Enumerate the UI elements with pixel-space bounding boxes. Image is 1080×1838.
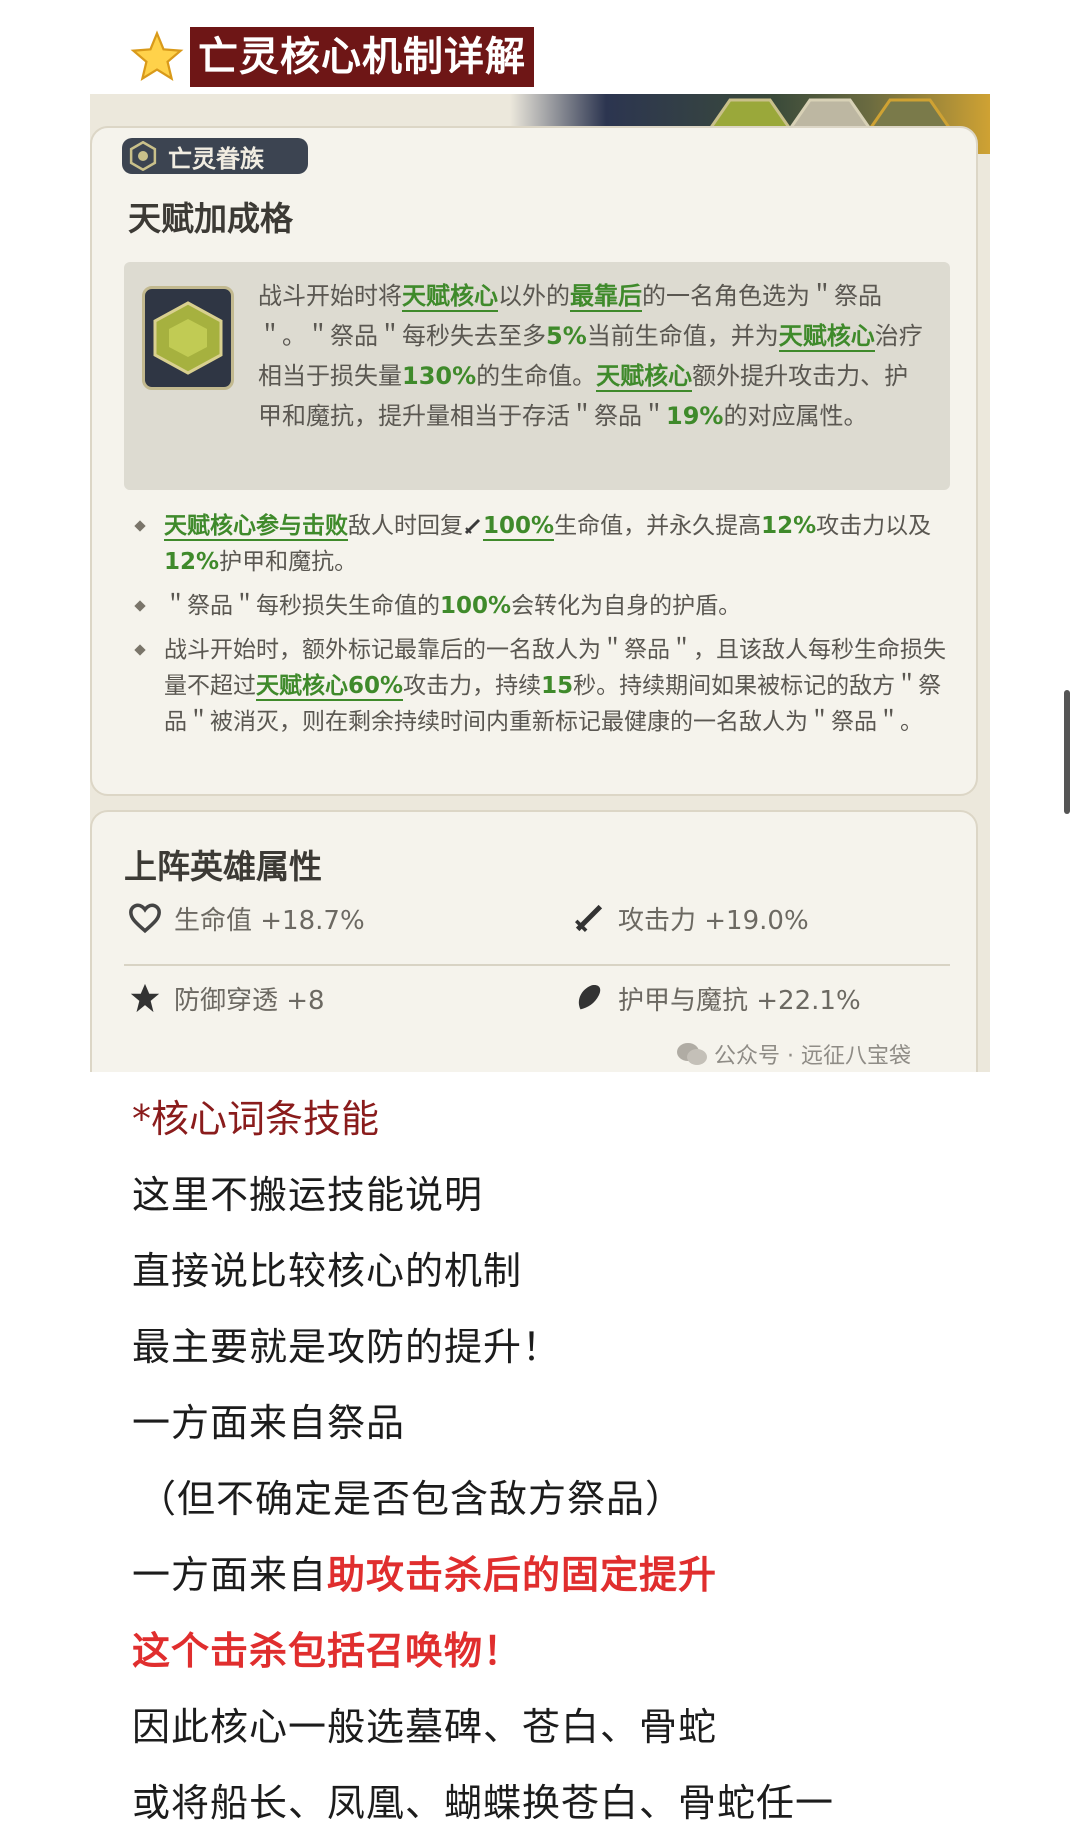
attribute-armor: 护甲与魔抗 +22.1% xyxy=(572,978,861,1018)
hero-attributes-card: 上阵英雄属性 生命值 +18.7% 攻击力 +19.0% 防御穿透 +8 护甲与… xyxy=(90,810,978,1072)
faction-name: 亡灵眷族 xyxy=(168,144,264,173)
article-line: 直接说比较核心的机制 xyxy=(132,1249,523,1293)
section-heading: *核心词条技能 xyxy=(132,1097,380,1141)
talent-bullets: 天赋核心参与击败敌人时回复 100%生命值，并永久提高12%攻击力以及12%护甲和… xyxy=(130,508,950,748)
shield-icon xyxy=(578,985,601,1010)
article-line: 因此核心一般选墓碑、苍白、骨蛇 xyxy=(132,1705,718,1749)
watermark: 公众号 · 远征八宝袋 xyxy=(676,1038,911,1070)
attribute-text: 攻击力 +19.0% xyxy=(618,905,809,936)
list-item: 战斗开始时，额外标记最靠后的一名敌人为＂祭品＂，且该敌人每秒生命损失量不超过天赋… xyxy=(130,632,950,740)
article-line: 一方面来自助攻击杀后的固定提升 xyxy=(132,1553,718,1597)
faction-badge: 亡灵眷族 xyxy=(122,138,308,174)
emphasis-line: 这个击杀包括召唤物！ xyxy=(132,1629,523,1673)
emphasis-text: 助攻击杀后的固定提升 xyxy=(327,1553,718,1597)
attribute-text: 防御穿透 +8 xyxy=(174,985,325,1016)
talent-title: 天赋加成格 xyxy=(128,199,293,238)
article-line: 或将船长、凤凰、蝴蝶换苍白、骨蛇任一 xyxy=(132,1781,835,1825)
game-screenshot: 亡灵眷族 天赋加成格 战斗开始时将天赋核心以外的最靠后的一名角色选为＂祭品＂。＂… xyxy=(90,94,990,1072)
scrollbar[interactable] xyxy=(1064,690,1070,814)
sword-icon xyxy=(464,518,481,535)
gear-icon xyxy=(129,141,157,171)
attribute-text: 生命值 +18.7% xyxy=(174,905,365,936)
article-title: 亡灵核心机制详解 xyxy=(190,27,534,87)
attribute-hp: 生命值 +18.7% xyxy=(128,898,365,938)
watermark-text: 公众号 · 远征八宝袋 xyxy=(714,1044,911,1069)
article-line: （但不确定是否包含敌方祭品） xyxy=(138,1477,685,1521)
list-item: ＂祭品＂每秒损失生命值的100%会转化为自身的护盾。 xyxy=(130,588,950,624)
heart-icon xyxy=(129,903,161,934)
penetration-icon xyxy=(130,983,160,1013)
star-icon xyxy=(130,30,184,81)
talent-card: 亡灵眷族 天赋加成格 战斗开始时将天赋核心以外的最靠后的一名角色选为＂祭品＂。＂… xyxy=(90,126,978,796)
attributes-divider xyxy=(124,964,950,966)
talent-description-box: 战斗开始时将天赋核心以外的最靠后的一名角色选为＂祭品＂。＂祭品＂每秒失去至多5%… xyxy=(124,262,950,490)
article-line: 这里不搬运技能说明 xyxy=(132,1173,484,1217)
article-line: 最主要就是攻防的提升！ xyxy=(132,1325,562,1369)
talent-core-icon xyxy=(142,286,234,390)
sword-icon xyxy=(574,904,603,933)
list-item: 天赋核心参与击败敌人时回复 100%生命值，并永久提高12%攻击力以及12%护甲和… xyxy=(130,508,950,580)
article-line: 一方面来自祭品 xyxy=(132,1401,406,1445)
attributes-title: 上阵英雄属性 xyxy=(124,847,322,886)
talent-description: 战斗开始时将天赋核心以外的最靠后的一名角色选为＂祭品＂。＂祭品＂每秒失去至多5%… xyxy=(258,282,923,430)
article-header: 亡灵核心机制详解 xyxy=(130,26,534,88)
wechat-icon xyxy=(677,1043,707,1065)
attribute-penetration: 防御穿透 +8 xyxy=(128,978,325,1018)
attribute-attack: 攻击力 +19.0% xyxy=(572,898,809,938)
attribute-text: 护甲与魔抗 +22.1% xyxy=(618,985,861,1016)
